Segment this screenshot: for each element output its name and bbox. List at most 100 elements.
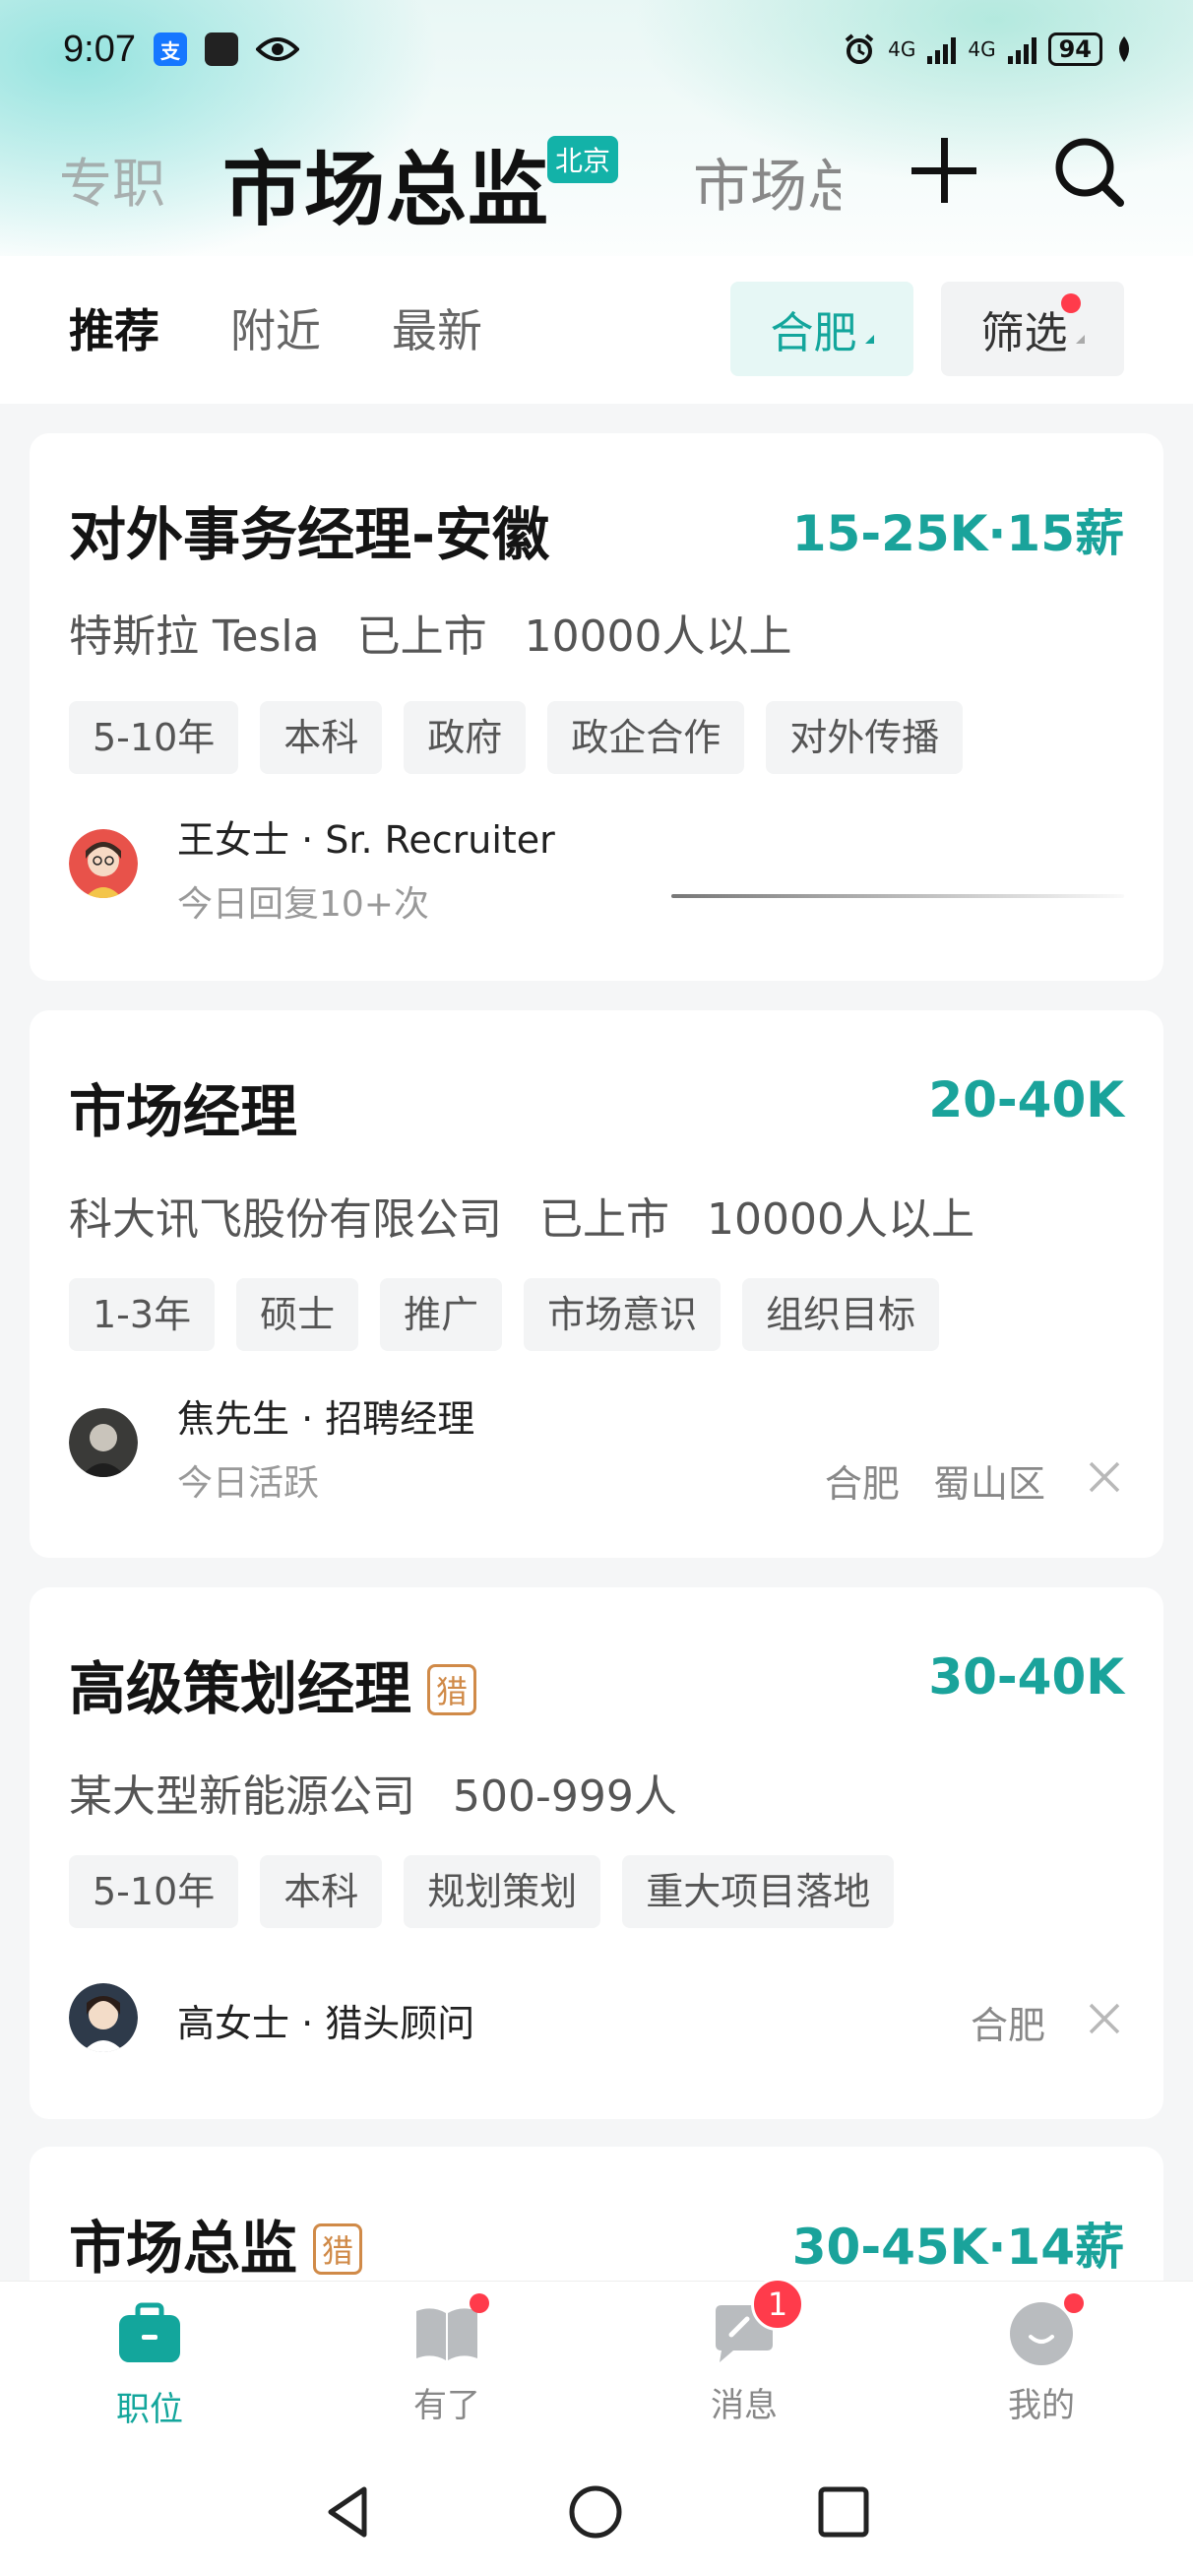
recruiter-info: 高女士 · 猎头顾问 (69, 1983, 474, 2052)
battery-indicator: 94 (1047, 32, 1102, 66)
job-title-wrap: 市场总监猎 (69, 2202, 363, 2285)
company-stage: 已上市 (539, 1194, 669, 1245)
tab-latest[interactable]: 最新 (392, 295, 482, 360)
job-card[interactable]: 对外事务经理-安徽 15-25K·15薪 特斯拉 Tesla 已上市 10000… (30, 433, 1163, 981)
recruiter-avatar (69, 1983, 138, 2052)
job-tag: 对外传播 (766, 701, 964, 774)
city-dropdown-label: 合肥 (770, 308, 857, 358)
nav-icon-wrap (412, 2293, 489, 2368)
signal-icon-2 (1007, 34, 1036, 64)
job-title: 对外事务经理-安徽 (69, 501, 550, 568)
nav-profile[interactable]: 我的 (943, 2293, 1140, 2426)
app-notification-icon (204, 32, 238, 66)
job-tag: 市场意识 (524, 1278, 722, 1351)
job-tag: 政企合作 (547, 701, 745, 774)
job-tag: 1-3年 (69, 1278, 216, 1351)
message-count-badge: 1 (751, 2278, 804, 2331)
city-dropdown[interactable]: 合肥 (730, 282, 913, 376)
search-icon[interactable] (1053, 136, 1124, 207)
company-info: 科大讯飞股份有限公司 已上市 10000人以上 (69, 1184, 998, 1247)
tab-next-position[interactable]: 市场总监 (693, 140, 841, 223)
dropdown-triangle-icon (1075, 334, 1085, 344)
recruiter-info: 焦先生 · 招聘经理 今日活跃 (69, 1388, 474, 1506)
recent-apps-icon[interactable] (817, 2485, 870, 2539)
job-tag: 本科 (260, 1855, 383, 1928)
job-salary: 15-25K·15薪 (791, 505, 1124, 562)
job-tags: 5-10年 本科 规划策划 重大项目落地 (69, 1855, 895, 1928)
status-bar: 9:07 支 4G 4G 94 (0, 0, 1193, 98)
job-tag: 5-10年 (69, 701, 239, 774)
city-badge: 北京 (547, 136, 619, 183)
job-location: 合肥 蜀山区 (803, 1453, 1045, 1508)
job-district: 蜀山区 (932, 1462, 1045, 1506)
network-type-2: 4G (968, 37, 996, 61)
eye-icon (255, 37, 299, 61)
nav-messages-label: 消息 (711, 2386, 778, 2425)
nav-profile-label: 我的 (1008, 2386, 1075, 2425)
job-tag: 政府 (404, 701, 527, 774)
back-icon[interactable] (323, 2483, 372, 2541)
recruiter-text: 王女士 · Sr. Recruiter 今日回复10+次 (177, 809, 555, 927)
home-icon[interactable] (567, 2483, 624, 2541)
headhunter-badge: 猎 (313, 2223, 363, 2275)
signal-icon-1 (927, 34, 957, 64)
job-tag: 组织目标 (742, 1278, 940, 1351)
company-info: 特斯拉 Tesla 已上市 10000人以上 (69, 601, 816, 664)
nav-notification-dot (1064, 2293, 1084, 2313)
company-size: 10000人以上 (707, 1194, 974, 1245)
job-location: 合肥 (949, 1995, 1045, 2049)
job-city: 合肥 (970, 2004, 1045, 2047)
job-card[interactable]: 高级策划经理猎 30-40K 某大型新能源公司 500-999人 5-10年 本… (30, 1587, 1163, 2119)
job-tag: 重大项目落地 (622, 1855, 895, 1928)
job-city: 合肥 (824, 1462, 900, 1506)
recruiter-name: 焦先生 · 招聘经理 (177, 1397, 475, 1441)
network-type-1: 4G (888, 37, 916, 61)
loading-line (671, 894, 1124, 898)
recruiter-activity: 今日回复10+次 (177, 884, 429, 925)
close-icon[interactable] (1085, 1999, 1124, 2038)
company-name: 科大讯飞股份有限公司 (69, 1194, 502, 1245)
job-title: 市场经理 (69, 1078, 298, 1145)
tab-prev-position[interactable]: 专职 (59, 140, 165, 218)
nav-youle[interactable]: 有了 (348, 2293, 545, 2426)
alarm-icon (845, 33, 874, 64)
filter-row: 推荐 附近 最新 合肥 筛选 (0, 256, 1193, 404)
company-size: 500-999人 (453, 1771, 677, 1822)
bottom-nav: 职位 有了 1 消息 我的 (0, 2278, 1193, 2448)
job-tags: 1-3年 硕士 推广 市场意识 组织目标 (69, 1278, 940, 1351)
company-name: 特斯拉 Tesla (69, 612, 320, 662)
job-tag: 推广 (380, 1278, 503, 1351)
nav-jobs[interactable]: 职位 (51, 2299, 248, 2430)
alipay-icon: 支 (153, 32, 187, 66)
filter-button-label: 筛选 (980, 308, 1068, 358)
nav-icon-wrap (1007, 2293, 1084, 2368)
job-tag: 硕士 (236, 1278, 359, 1351)
job-salary: 20-40K (928, 1071, 1124, 1128)
recruiter-avatar (69, 829, 138, 898)
nav-icon-wrap: 1 (710, 2278, 804, 2368)
job-title: 高级策划经理 (69, 1655, 412, 1722)
add-icon[interactable] (910, 136, 978, 205)
job-card[interactable]: 市场经理 20-40K 科大讯飞股份有限公司 已上市 10000人以上 1-3年… (30, 1010, 1163, 1558)
recruiter-activity: 今日活跃 (177, 1463, 320, 1504)
leaf-icon (1119, 36, 1129, 62)
close-icon[interactable] (1085, 1457, 1124, 1497)
recruiter-text: 焦先生 · 招聘经理 今日活跃 (177, 1388, 474, 1506)
headhunter-badge: 猎 (427, 1664, 477, 1715)
filter-button[interactable]: 筛选 (941, 282, 1124, 376)
dropdown-triangle-icon (864, 334, 874, 344)
recruiter-name: 高女士 · 猎头顾问 (177, 2002, 475, 2045)
briefcase-icon (119, 2302, 180, 2362)
tab-recommend[interactable]: 推荐 (69, 295, 159, 360)
company-info: 某大型新能源公司 500-999人 (69, 1761, 701, 1824)
filter-notification-dot (1061, 293, 1081, 313)
tab-nearby[interactable]: 附近 (230, 295, 321, 360)
job-title: 市场总监 (69, 2215, 298, 2282)
nav-notification-dot (470, 2293, 489, 2313)
nav-messages[interactable]: 1 消息 (646, 2278, 843, 2426)
system-navigation-bar (0, 2448, 1193, 2576)
nav-jobs-label: 职位 (116, 2390, 183, 2429)
job-tag: 本科 (260, 701, 383, 774)
recruiter-info: 王女士 · Sr. Recruiter 今日回复10+次 (69, 809, 555, 927)
tab-current-position[interactable]: 市场总监 (222, 124, 549, 241)
